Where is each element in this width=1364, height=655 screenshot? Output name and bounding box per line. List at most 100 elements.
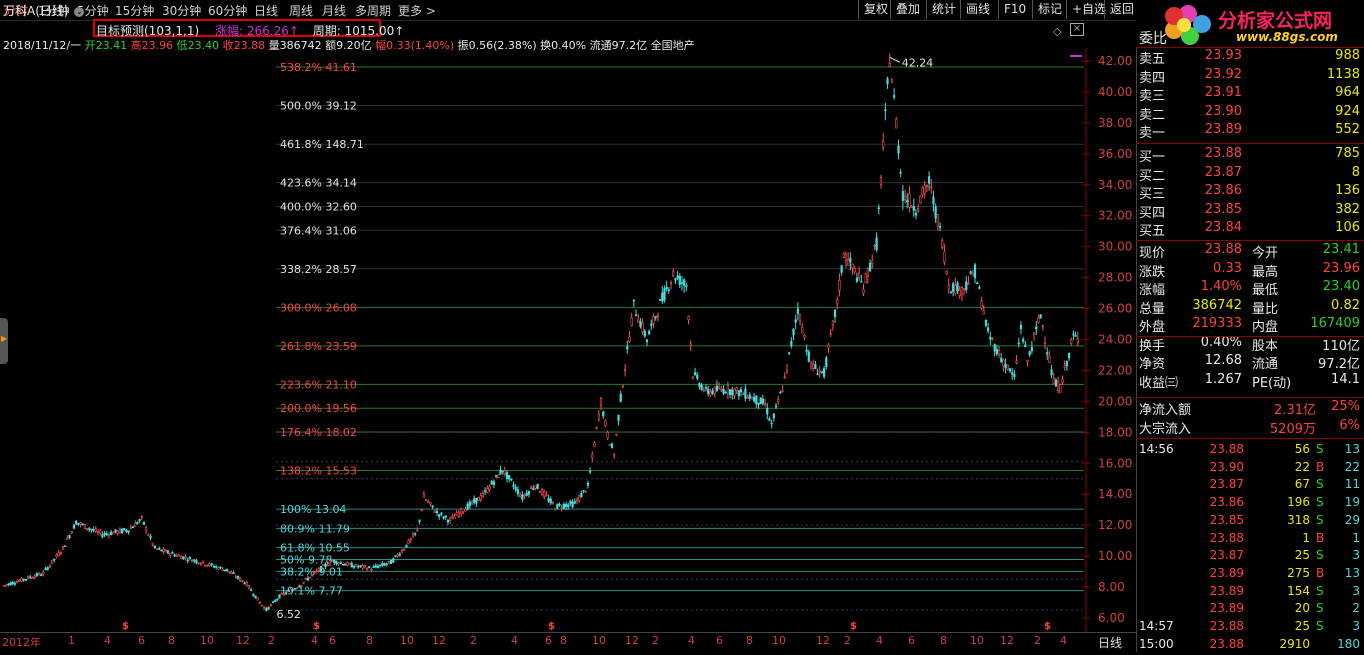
tick-volume: 318 — [1287, 512, 1310, 527]
tick-price: 23.88 — [1209, 619, 1244, 633]
period-tab-8[interactable]: 月线 — [322, 2, 346, 19]
sell-row: 卖一 23.89 552 — [1136, 122, 1364, 141]
dividend-marker-icon[interactable]: $ — [548, 621, 555, 632]
period-tab-7[interactable]: 周线 — [289, 2, 313, 19]
dividend-marker-icon[interactable]: $ — [1044, 621, 1051, 632]
toolbar-button-5[interactable]: 标记 — [1032, 0, 1067, 19]
candle-body — [77, 522, 80, 525]
candle-body — [35, 573, 38, 577]
toolbar-button-2[interactable]: 统计 — [926, 0, 961, 19]
tick-side: S — [1316, 442, 1324, 456]
fib-level-label: 376.4% 31.06 — [280, 224, 357, 237]
candle-body — [223, 569, 226, 572]
candle-body — [400, 550, 404, 553]
candle-body — [473, 498, 476, 503]
candle-body — [140, 516, 143, 518]
candle-body — [893, 95, 896, 98]
close-chart-icon[interactable]: × — [1070, 23, 1084, 36]
stat-label: 今开 — [1252, 246, 1279, 261]
candle-body — [94, 528, 97, 532]
candle-body — [626, 346, 629, 350]
candle-body — [204, 564, 207, 567]
candle-body — [7, 583, 10, 586]
toolbar-button-3[interactable]: 画线 — [960, 0, 995, 19]
candle-body — [363, 565, 366, 567]
tick-row: 23.89 275 B 13 — [1136, 566, 1364, 584]
candle-body — [64, 545, 67, 547]
toolbar-button-7[interactable]: 返回 — [1104, 0, 1139, 19]
flow-pct: 25% — [1331, 399, 1360, 414]
candle-body — [1008, 368, 1012, 372]
period-tab-5[interactable]: 60分钟 — [208, 2, 247, 19]
candle-body — [243, 582, 246, 585]
toolbar-button-4[interactable]: F10 — [998, 0, 1031, 19]
candle-body — [748, 394, 751, 399]
candle-body — [527, 490, 530, 495]
tick-price: 23.89 — [1209, 565, 1244, 580]
dividend-marker-icon[interactable]: $ — [122, 621, 129, 632]
candle-body — [451, 516, 454, 518]
dividend-marker-icon[interactable]: $ — [850, 621, 857, 632]
candle-body — [383, 563, 386, 566]
candle-body — [514, 486, 517, 491]
candle-body — [529, 487, 533, 489]
candle-body — [683, 279, 686, 286]
buy-row: 买四 23.85 382 — [1136, 202, 1364, 221]
candle-body — [1035, 326, 1038, 330]
tick-side: S — [1316, 512, 1324, 527]
period-tab-3[interactable]: 15分钟 — [115, 2, 154, 19]
period-tab-9[interactable]: 多周期 — [355, 2, 391, 19]
candle-body — [293, 588, 296, 590]
candle-body — [328, 560, 331, 565]
dividend-marker-icon[interactable]: $ — [313, 621, 320, 632]
candle-body — [763, 403, 767, 406]
tick-volume: 275 — [1287, 565, 1310, 580]
candle-body — [195, 560, 198, 563]
candle-body — [943, 251, 946, 263]
candle-body — [1015, 360, 1018, 364]
toolbar-button-0[interactable]: 复权 — [858, 0, 893, 19]
settings-icon[interactable]: ⌄ — [74, 6, 85, 17]
period-tab-4[interactable]: 30分钟 — [162, 2, 201, 19]
candle-body — [9, 582, 12, 586]
candle-body — [685, 285, 688, 288]
candle-body — [873, 244, 876, 247]
x-tick-label: 12 — [432, 634, 446, 647]
price-chart[interactable]: 42.00 40.00 38.00 36.00 34.00 32.00 30.00 28.00… — [0, 48, 1136, 632]
candle-body — [379, 564, 382, 567]
quote-rows: 卖五 23.93 988 卖四 23.92 1138 卖三 23.91 964 卖二 23.90 92… — [1136, 0, 1364, 652]
stat-label: 总量 — [1139, 301, 1166, 317]
candle-body — [927, 176, 931, 184]
buy-row: 买五 23.84 106 — [1136, 220, 1364, 239]
candle-body — [602, 411, 605, 417]
buy-row: 买三 23.86 136 — [1136, 183, 1364, 202]
stat-label: 外盘 — [1139, 320, 1166, 335]
candle-body — [753, 396, 756, 402]
candle-body — [274, 600, 277, 602]
candle-body — [941, 240, 944, 248]
candle-body — [648, 330, 651, 335]
candle-body — [820, 371, 824, 373]
sell-label: 卖三 — [1139, 89, 1166, 104]
stat-label: 涨幅 — [1139, 283, 1166, 298]
sell-label: 卖二 — [1139, 107, 1166, 123]
diamond-icon[interactable]: ◇ — [1053, 25, 1061, 38]
candle-body — [693, 372, 697, 375]
candle-body — [934, 206, 937, 219]
toolbar-button-1[interactable]: 叠加 — [890, 0, 925, 19]
predict-label: 目标预测(103,1,1) — [96, 24, 200, 38]
stat-value: 12.68 — [1204, 353, 1242, 368]
period-tab-6[interactable]: 日线 — [254, 2, 278, 19]
candle-body — [597, 414, 600, 420]
tick-volume: 67 — [1294, 477, 1310, 492]
candle-body — [385, 563, 388, 566]
period-tab-10[interactable]: 更多 > — [398, 2, 436, 19]
tick-row: 23.86 196 S 19 — [1136, 495, 1364, 513]
candle-body — [1024, 344, 1027, 347]
candle-body — [422, 494, 426, 498]
candle-body — [118, 528, 122, 533]
candle-body — [462, 511, 465, 513]
candle-body — [921, 187, 924, 196]
candle-body — [792, 328, 795, 336]
tick-count: 19 — [1344, 495, 1360, 510]
